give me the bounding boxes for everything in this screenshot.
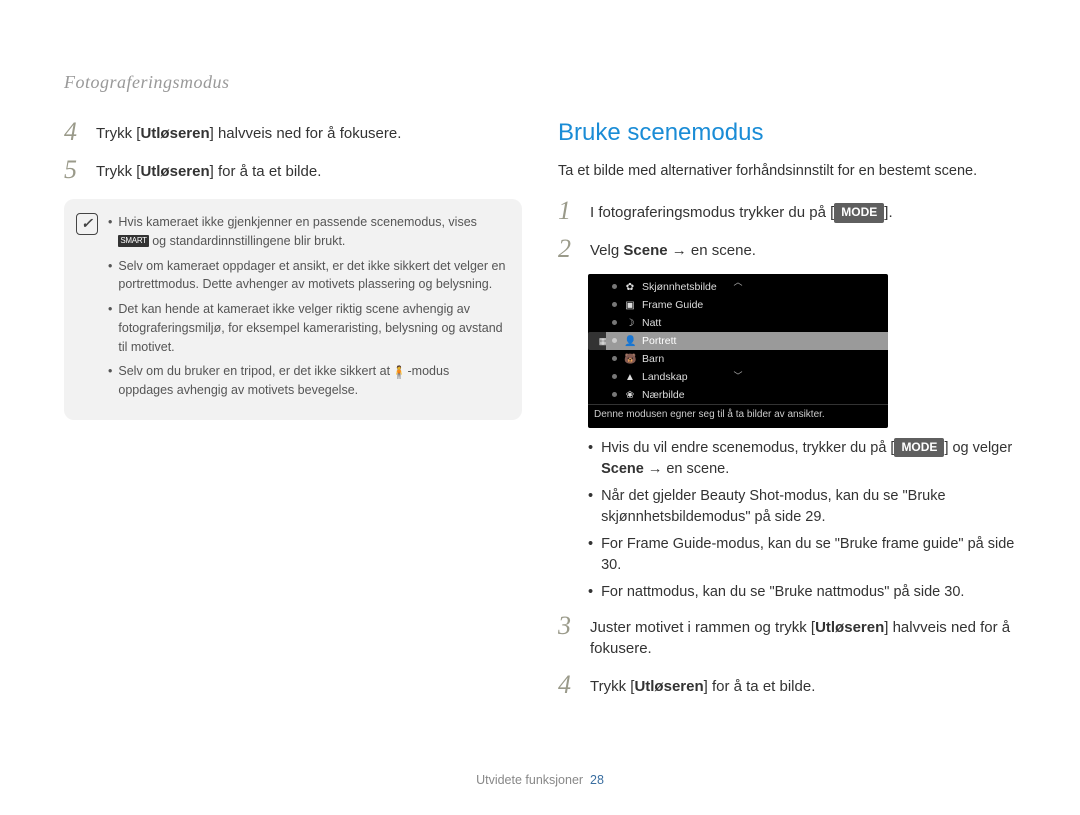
left-column: 4 Trykk [Utløseren] halvveis ned for å f… xyxy=(64,119,522,710)
text: For nattmodus, kan du se "Bruke nattmodu… xyxy=(601,582,964,603)
two-column-layout: 4 Trykk [Utløseren] halvveis ned for å f… xyxy=(64,119,1016,710)
bold-text: Utløseren xyxy=(140,125,209,142)
text: Selv om kameraet oppdager et ansikt, er … xyxy=(118,257,506,295)
frame-guide-icon: ▣ xyxy=(624,300,636,311)
text: → en scene. xyxy=(668,242,756,259)
text: Velg xyxy=(590,242,623,259)
text: Trykk [ xyxy=(96,125,140,142)
sub-bullet-item: Hvis du vil endre scenemodus, trykker du… xyxy=(588,438,1016,480)
step-number: 3 xyxy=(558,613,578,661)
scene-option-landscape: ▲ Landskap xyxy=(606,368,888,386)
note-list: Hvis kameraet ikke gjenkjenner en passen… xyxy=(108,213,506,406)
intro-text: Ta et bilde med alternativer forhåndsinn… xyxy=(558,161,1016,182)
landscape-icon: ▲ xyxy=(624,372,636,383)
note-item: Det kan hende at kameraet ikke velger ri… xyxy=(108,300,506,356)
step-text: Trykk [Utløseren] halvveis ned for å fok… xyxy=(96,119,401,145)
note-box: ✓ Hvis kameraet ikke gjenkjenner en pass… xyxy=(64,199,522,420)
children-icon: 🐻 xyxy=(624,354,636,365)
scene-option-beauty: ✿ Skjønnhetsbilde xyxy=(606,278,888,296)
night-icon: ☽ xyxy=(624,318,636,329)
sub-bullet-item: For Frame Guide-modus, kan du se "Bruke … xyxy=(588,534,1016,576)
section-header: Fotograferingsmodus xyxy=(64,72,1016,93)
text: → en scene. xyxy=(644,461,729,477)
bold-text: Utløseren xyxy=(140,163,209,180)
text: Selv om du bruker en tripod, er det ikke… xyxy=(118,364,393,378)
step-number: 5 xyxy=(64,157,84,183)
scene-label: Skjønnhetsbilde xyxy=(642,281,717,293)
text: Trykk [ xyxy=(590,678,634,695)
text: Det kan hende at kameraet ikke velger ri… xyxy=(118,300,506,356)
text: Når det gjelder Beauty Shot-modus, kan d… xyxy=(601,486,1016,528)
step-5-left: 5 Trykk [Utløseren] for å ta et bilde. xyxy=(64,157,522,183)
step-4-right: 4 Trykk [Utløseren] for å ta et bilde. xyxy=(558,672,1016,698)
step-text: I fotograferingsmodus trykker du på [MOD… xyxy=(590,198,893,224)
step-3-right: 3 Juster motivet i rammen og trykk [Utlø… xyxy=(558,613,1016,661)
scene-option-children: 🐻 Barn xyxy=(606,350,888,368)
note-icon: ✓ xyxy=(76,213,98,235)
text: For Frame Guide-modus, kan du se "Bruke … xyxy=(601,534,1016,576)
text: Juster motivet i rammen og trykk [ xyxy=(590,619,815,636)
sub-bullet-list: Hvis du vil endre scenemodus, trykker du… xyxy=(588,438,1016,603)
scene-menu-list: ︿ ▦ ✿Skjønnhetsbilde ▣Frame Guide ☽Natt … xyxy=(588,274,888,404)
step-number: 4 xyxy=(64,119,84,145)
scene-option-closeup: ❀ Nærbilde xyxy=(606,386,888,404)
text: ] for å ta et bilde. xyxy=(704,678,816,695)
scene-label: Landskap xyxy=(642,371,688,383)
text: Hvis kameraet ikke gjenkjenner en passen… xyxy=(118,215,477,229)
text: I fotograferingsmodus trykker du på [ xyxy=(590,204,834,221)
text: ] og velger xyxy=(944,440,1012,456)
bold-text: Scene xyxy=(601,461,644,477)
step-1-right: 1 I fotograferingsmodus trykker du på [M… xyxy=(558,198,1016,224)
bold-text: Utløseren xyxy=(634,678,703,695)
note-item: Hvis kameraet ikke gjenkjenner en passen… xyxy=(108,213,506,251)
scene-option-portrait: 👤 Portrett xyxy=(606,332,888,350)
bold-text: Utløseren xyxy=(815,619,884,636)
scene-caption: Denne modusen egner seg til å ta bilder … xyxy=(588,404,888,428)
text: og standardinnstillingene blir brukt. xyxy=(152,234,345,248)
right-column: Bruke scenemodus Ta et bilde med alterna… xyxy=(558,119,1016,710)
scene-label: Barn xyxy=(642,353,664,365)
footer-label: Utvidete funksjoner xyxy=(476,773,583,787)
section-title: Bruke scenemodus xyxy=(558,119,1016,147)
scene-label: Frame Guide xyxy=(642,299,703,311)
bold-text: Scene xyxy=(623,242,667,259)
scene-label: Nærbilde xyxy=(642,389,685,401)
step-text: Velg Scene → en scene. xyxy=(590,236,756,262)
beauty-icon: ✿ xyxy=(624,282,636,293)
sub-bullet-item: Når det gjelder Beauty Shot-modus, kan d… xyxy=(588,486,1016,528)
camera-screen-preview: ︿ ▦ ✿Skjønnhetsbilde ▣Frame Guide ☽Natt … xyxy=(588,274,888,428)
smart-auto-icon: SMART xyxy=(118,235,148,247)
text: ] for å ta et bilde. xyxy=(210,163,322,180)
step-number: 2 xyxy=(558,236,578,262)
step-2-right: 2 Velg Scene → en scene. xyxy=(558,236,1016,262)
scene-option-night: ☽ Natt xyxy=(606,314,888,332)
tripod-icon xyxy=(394,365,408,379)
text: Hvis du vil endre scenemodus, trykker du… xyxy=(601,440,894,456)
step-text: Trykk [Utløseren] for å ta et bilde. xyxy=(590,672,815,698)
portrait-icon: 👤 xyxy=(624,336,636,347)
note-item: Selv om du bruker en tripod, er det ikke… xyxy=(108,362,506,400)
step-text: Trykk [Utløseren] for å ta et bilde. xyxy=(96,157,321,183)
mode-button-badge: MODE xyxy=(894,438,944,457)
step-number: 4 xyxy=(558,672,578,698)
closeup-icon: ❀ xyxy=(624,390,636,401)
mode-button-badge: MODE xyxy=(834,203,884,222)
text: Trykk [ xyxy=(96,163,140,180)
scene-label: Portrett xyxy=(642,335,676,347)
page-number: 28 xyxy=(590,773,604,787)
note-item: Selv om kameraet oppdager et ansikt, er … xyxy=(108,257,506,295)
text: ] halvveis ned for å fokusere. xyxy=(210,125,402,142)
page-footer: Utvidete funksjoner 28 xyxy=(0,773,1080,787)
sub-bullet-item: For nattmodus, kan du se "Bruke nattmodu… xyxy=(588,582,1016,603)
scene-option-frame-guide: ▣ Frame Guide xyxy=(606,296,888,314)
chevron-down-icon: ﹀ xyxy=(733,369,742,382)
step-4-left: 4 Trykk [Utløseren] halvveis ned for å f… xyxy=(64,119,522,145)
step-text: Juster motivet i rammen og trykk [Utløse… xyxy=(590,613,1016,661)
text: ]. xyxy=(884,204,892,221)
step-number: 1 xyxy=(558,198,578,224)
scene-label: Natt xyxy=(642,317,661,329)
